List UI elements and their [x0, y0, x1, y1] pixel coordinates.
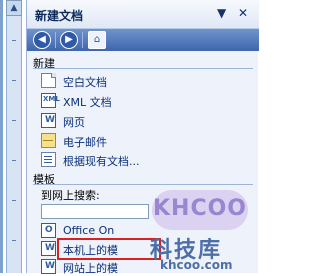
document-border — [0, 0, 3, 273]
ruler-tick — [12, 160, 16, 161]
pane-menu-dropdown-icon[interactable]: ▼ — [217, 6, 226, 20]
watermark-logo: KHCOO — [152, 190, 248, 230]
search-online-label: 到网上搜索: — [41, 189, 100, 202]
close-icon[interactable]: ✕ — [238, 6, 248, 20]
new-blank-document-link[interactable]: 空白文档 — [41, 72, 253, 90]
item-label: XML 文档 — [63, 96, 112, 109]
existing-document-icon — [41, 152, 56, 167]
blank-document-icon — [41, 73, 56, 88]
item-label: 电子邮件 — [63, 136, 107, 149]
web-page-icon: W — [41, 113, 56, 128]
item-label: 根据现有文档... — [63, 155, 140, 168]
task-pane-title: 新建文档 — [35, 9, 84, 23]
item-label: 网站上的模 — [63, 262, 118, 275]
new-email-link[interactable]: 电子邮件 — [41, 132, 253, 150]
from-existing-document-link[interactable]: 根据现有文档... — [41, 151, 253, 169]
nav-separator — [55, 32, 56, 48]
item-label: 空白文档 — [63, 76, 107, 89]
back-icon[interactable]: ◀ — [33, 31, 51, 49]
home-icon[interactable]: ⌂ — [88, 31, 106, 49]
local-templates-icon: W — [41, 241, 56, 256]
vertical-ruler — [6, 0, 22, 273]
item-label: Office On — [63, 224, 115, 237]
ruler-tick — [12, 120, 16, 121]
item-label: 网页 — [63, 116, 85, 129]
task-pane-nav-bar: ◀ ▶ ⌂ — [27, 29, 259, 51]
watermark-url: khcoo.com — [160, 258, 233, 272]
ruler-scroll-up-icon[interactable]: ▲ — [6, 0, 22, 16]
new-web-page-link[interactable]: W 网页 — [41, 112, 253, 130]
ruler-tick — [12, 240, 16, 241]
ruler-tick — [12, 200, 16, 201]
new-xml-document-link[interactable]: XML XML 文档 — [41, 92, 253, 110]
email-icon — [41, 133, 56, 148]
section-divider — [33, 184, 253, 185]
website-templates-icon: W — [41, 259, 56, 274]
office-online-icon: O — [41, 223, 56, 238]
watermark: KHCOO 科技库 khcoo.com — [132, 190, 254, 273]
ruler-tick — [12, 40, 16, 41]
task-pane-title-bar: 新建文档 ▼ ✕ — [27, 0, 259, 29]
watermark-logo-text: KHCOO — [152, 196, 247, 221]
document-edge: ▲ — [0, 0, 26, 273]
nav-separator — [82, 32, 83, 48]
ruler-tick — [12, 80, 16, 81]
xml-document-icon: XML — [41, 93, 60, 108]
section-divider — [33, 68, 253, 69]
forward-icon[interactable]: ▶ — [60, 31, 78, 49]
